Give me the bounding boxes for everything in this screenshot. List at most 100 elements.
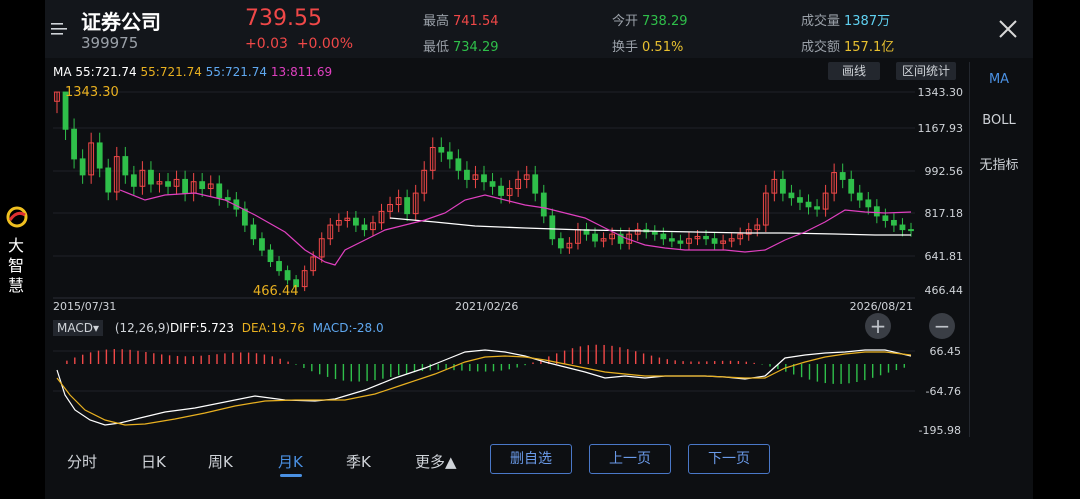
candle-body xyxy=(865,199,872,208)
candle-body xyxy=(148,169,154,185)
macd-legend: MACD▾ (12,26,9)DIFF:5.723 DEA:19.76 MACD… xyxy=(53,320,384,336)
macd-selector-label: MACD xyxy=(57,321,93,335)
candle-body xyxy=(882,215,889,221)
candle-body xyxy=(182,178,188,194)
candle-body xyxy=(498,185,504,196)
price-axis-label: 641.81 xyxy=(925,250,964,263)
macd-axis: 66.45 -64.76 -195.98 xyxy=(919,345,961,437)
ma-line-white xyxy=(389,217,911,236)
price-axis-label: 466.44 xyxy=(925,284,964,297)
candle-body xyxy=(780,178,786,194)
candle-body xyxy=(703,235,709,240)
main-panel: 证券公司 399975 739.55 +0.03 +0.00% 最高 741.54… xyxy=(45,0,1033,499)
tab-monthly[interactable]: 月K xyxy=(278,451,303,472)
candle-body xyxy=(873,206,880,217)
candle-body xyxy=(532,174,539,194)
candle-body xyxy=(814,206,820,210)
candle-body xyxy=(848,178,855,194)
candle-body xyxy=(711,238,718,244)
tab-daily[interactable]: 日K xyxy=(141,451,166,472)
brand-text: 大智慧 xyxy=(8,236,25,295)
tab-no-indicator[interactable]: 无指标 xyxy=(970,154,1028,173)
candle-body xyxy=(250,224,257,240)
max-annotation: 1343.30 xyxy=(65,85,119,100)
tab-intraday[interactable]: 分时 xyxy=(67,451,97,472)
candle-body xyxy=(276,261,282,272)
candle-body xyxy=(284,270,291,281)
candle-body xyxy=(592,233,598,242)
candle-body xyxy=(105,167,112,193)
candle-body xyxy=(71,128,77,160)
tab-quarterly[interactable]: 季K xyxy=(346,451,371,472)
candle-body xyxy=(899,224,906,231)
candle-body xyxy=(651,231,658,235)
candle-body xyxy=(259,238,265,251)
candle-body xyxy=(540,192,547,217)
min-annotation: 466.44 xyxy=(253,284,299,299)
candle-body xyxy=(130,174,137,187)
candle-body xyxy=(353,217,359,226)
date-end: 2026/08/21 xyxy=(850,300,913,313)
candle-body xyxy=(455,158,462,171)
candle-body xyxy=(660,233,667,240)
price-axis: 1343.30 1167.93 992.56 817.18 641.81 466… xyxy=(918,86,964,297)
zoom-out-button[interactable]: − xyxy=(929,313,955,339)
macd-axis-label: -195.98 xyxy=(919,424,961,437)
candle-body xyxy=(165,181,171,187)
tab-ma[interactable]: MA xyxy=(970,72,1028,87)
caret-down-icon: ▾ xyxy=(92,321,100,335)
candle-body xyxy=(361,224,368,231)
candle-body xyxy=(805,201,812,208)
right-edge xyxy=(1033,0,1080,499)
candle-body xyxy=(677,240,684,244)
candle-body xyxy=(267,249,274,263)
tab-weekly[interactable]: 周K xyxy=(208,451,233,472)
macd-dea: DEA:19.76 xyxy=(241,321,305,335)
candle-body xyxy=(891,219,897,226)
macd-selector[interactable]: MACD▾ xyxy=(53,320,104,336)
price-axis-label: 1167.93 xyxy=(918,122,964,135)
macd-value: MACD:-28.0 xyxy=(312,321,384,335)
candle-body xyxy=(96,142,103,169)
candle-body xyxy=(464,169,470,180)
candle-body xyxy=(446,151,453,160)
macd-params: (12,26,9) xyxy=(114,321,171,335)
next-page-button[interactable]: 下一页 xyxy=(688,444,770,474)
candle-body xyxy=(856,192,863,201)
active-tab-indicator xyxy=(280,474,302,477)
candle-body xyxy=(788,192,795,199)
candle-body xyxy=(557,238,564,249)
candle-body xyxy=(199,181,206,190)
candle-body xyxy=(839,172,846,180)
price-axis-label: 1343.30 xyxy=(918,86,964,99)
candle-body xyxy=(489,181,496,187)
candle-body xyxy=(224,197,231,201)
macd-diff: DIFF:5.723 xyxy=(170,321,235,335)
remove-favorite-button[interactable]: 删自选 xyxy=(490,444,572,474)
tab-more[interactable]: 更多▲ xyxy=(415,451,457,472)
macd-axis-label: -64.76 xyxy=(926,385,961,398)
price-axis-label: 992.56 xyxy=(925,165,964,178)
candle-body xyxy=(241,208,248,226)
prev-page-button[interactable]: 上一页 xyxy=(589,444,671,474)
macd-axis-label: 66.45 xyxy=(930,345,962,358)
candle-body xyxy=(797,197,803,203)
candle-body xyxy=(216,183,223,199)
date-start: 2015/07/31 xyxy=(53,300,116,313)
candle-body xyxy=(549,215,556,240)
tab-boll[interactable]: BOLL xyxy=(970,113,1028,128)
candle-body xyxy=(481,174,487,183)
candlestick-series xyxy=(54,91,914,292)
brand-bar: 大智慧 xyxy=(0,0,42,499)
zoom-in-button[interactable]: + xyxy=(865,313,891,339)
price-axis-label: 817.18 xyxy=(925,207,964,220)
candle-body xyxy=(668,238,675,242)
kline-chart[interactable]: 1343.30 1167.93 992.56 817.18 641.81 466… xyxy=(45,0,1033,440)
candle-body xyxy=(404,197,411,215)
price-gridlines xyxy=(53,91,915,392)
brand-logo-icon xyxy=(6,206,28,228)
candle-body xyxy=(438,146,445,153)
date-mid: 2021/02/26 xyxy=(455,300,518,313)
indicator-tabs: MA BOLL 无指标 xyxy=(969,62,1028,437)
candle-body xyxy=(122,156,129,176)
